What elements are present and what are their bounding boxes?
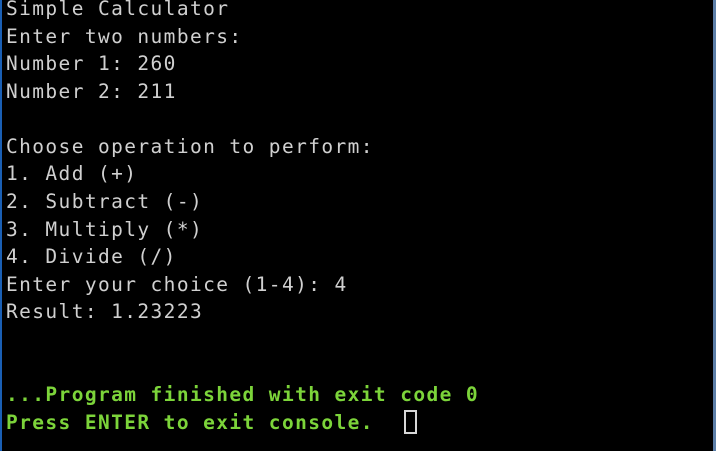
- option-add: 1. Add (+): [6, 162, 138, 185]
- program-title: Simple Calculator: [6, 0, 230, 20]
- number1-line: Number 1: 260: [6, 52, 177, 75]
- option-multiply: 3. Multiply (*): [6, 218, 204, 241]
- console-window[interactable]: Simple Calculator Enter two numbers: Num…: [0, 0, 716, 451]
- block-cursor-icon[interactable]: [404, 410, 417, 434]
- number2-line: Number 2: 211: [6, 80, 177, 103]
- option-divide: 4. Divide (/): [6, 245, 177, 268]
- result-line: Result: 1.23223: [6, 300, 204, 323]
- operation-header: Choose operation to perform:: [6, 135, 374, 158]
- window-left-border: [0, 0, 2, 451]
- input-prompt: Enter two numbers:: [6, 25, 243, 48]
- option-subtract: 2. Subtract (-): [6, 190, 204, 213]
- press-enter-message: Press ENTER to exit console.: [6, 411, 374, 434]
- exit-status-message: ...Program finished with exit code 0: [6, 383, 480, 406]
- choice-line: Enter your choice (1-4): 4: [6, 273, 348, 296]
